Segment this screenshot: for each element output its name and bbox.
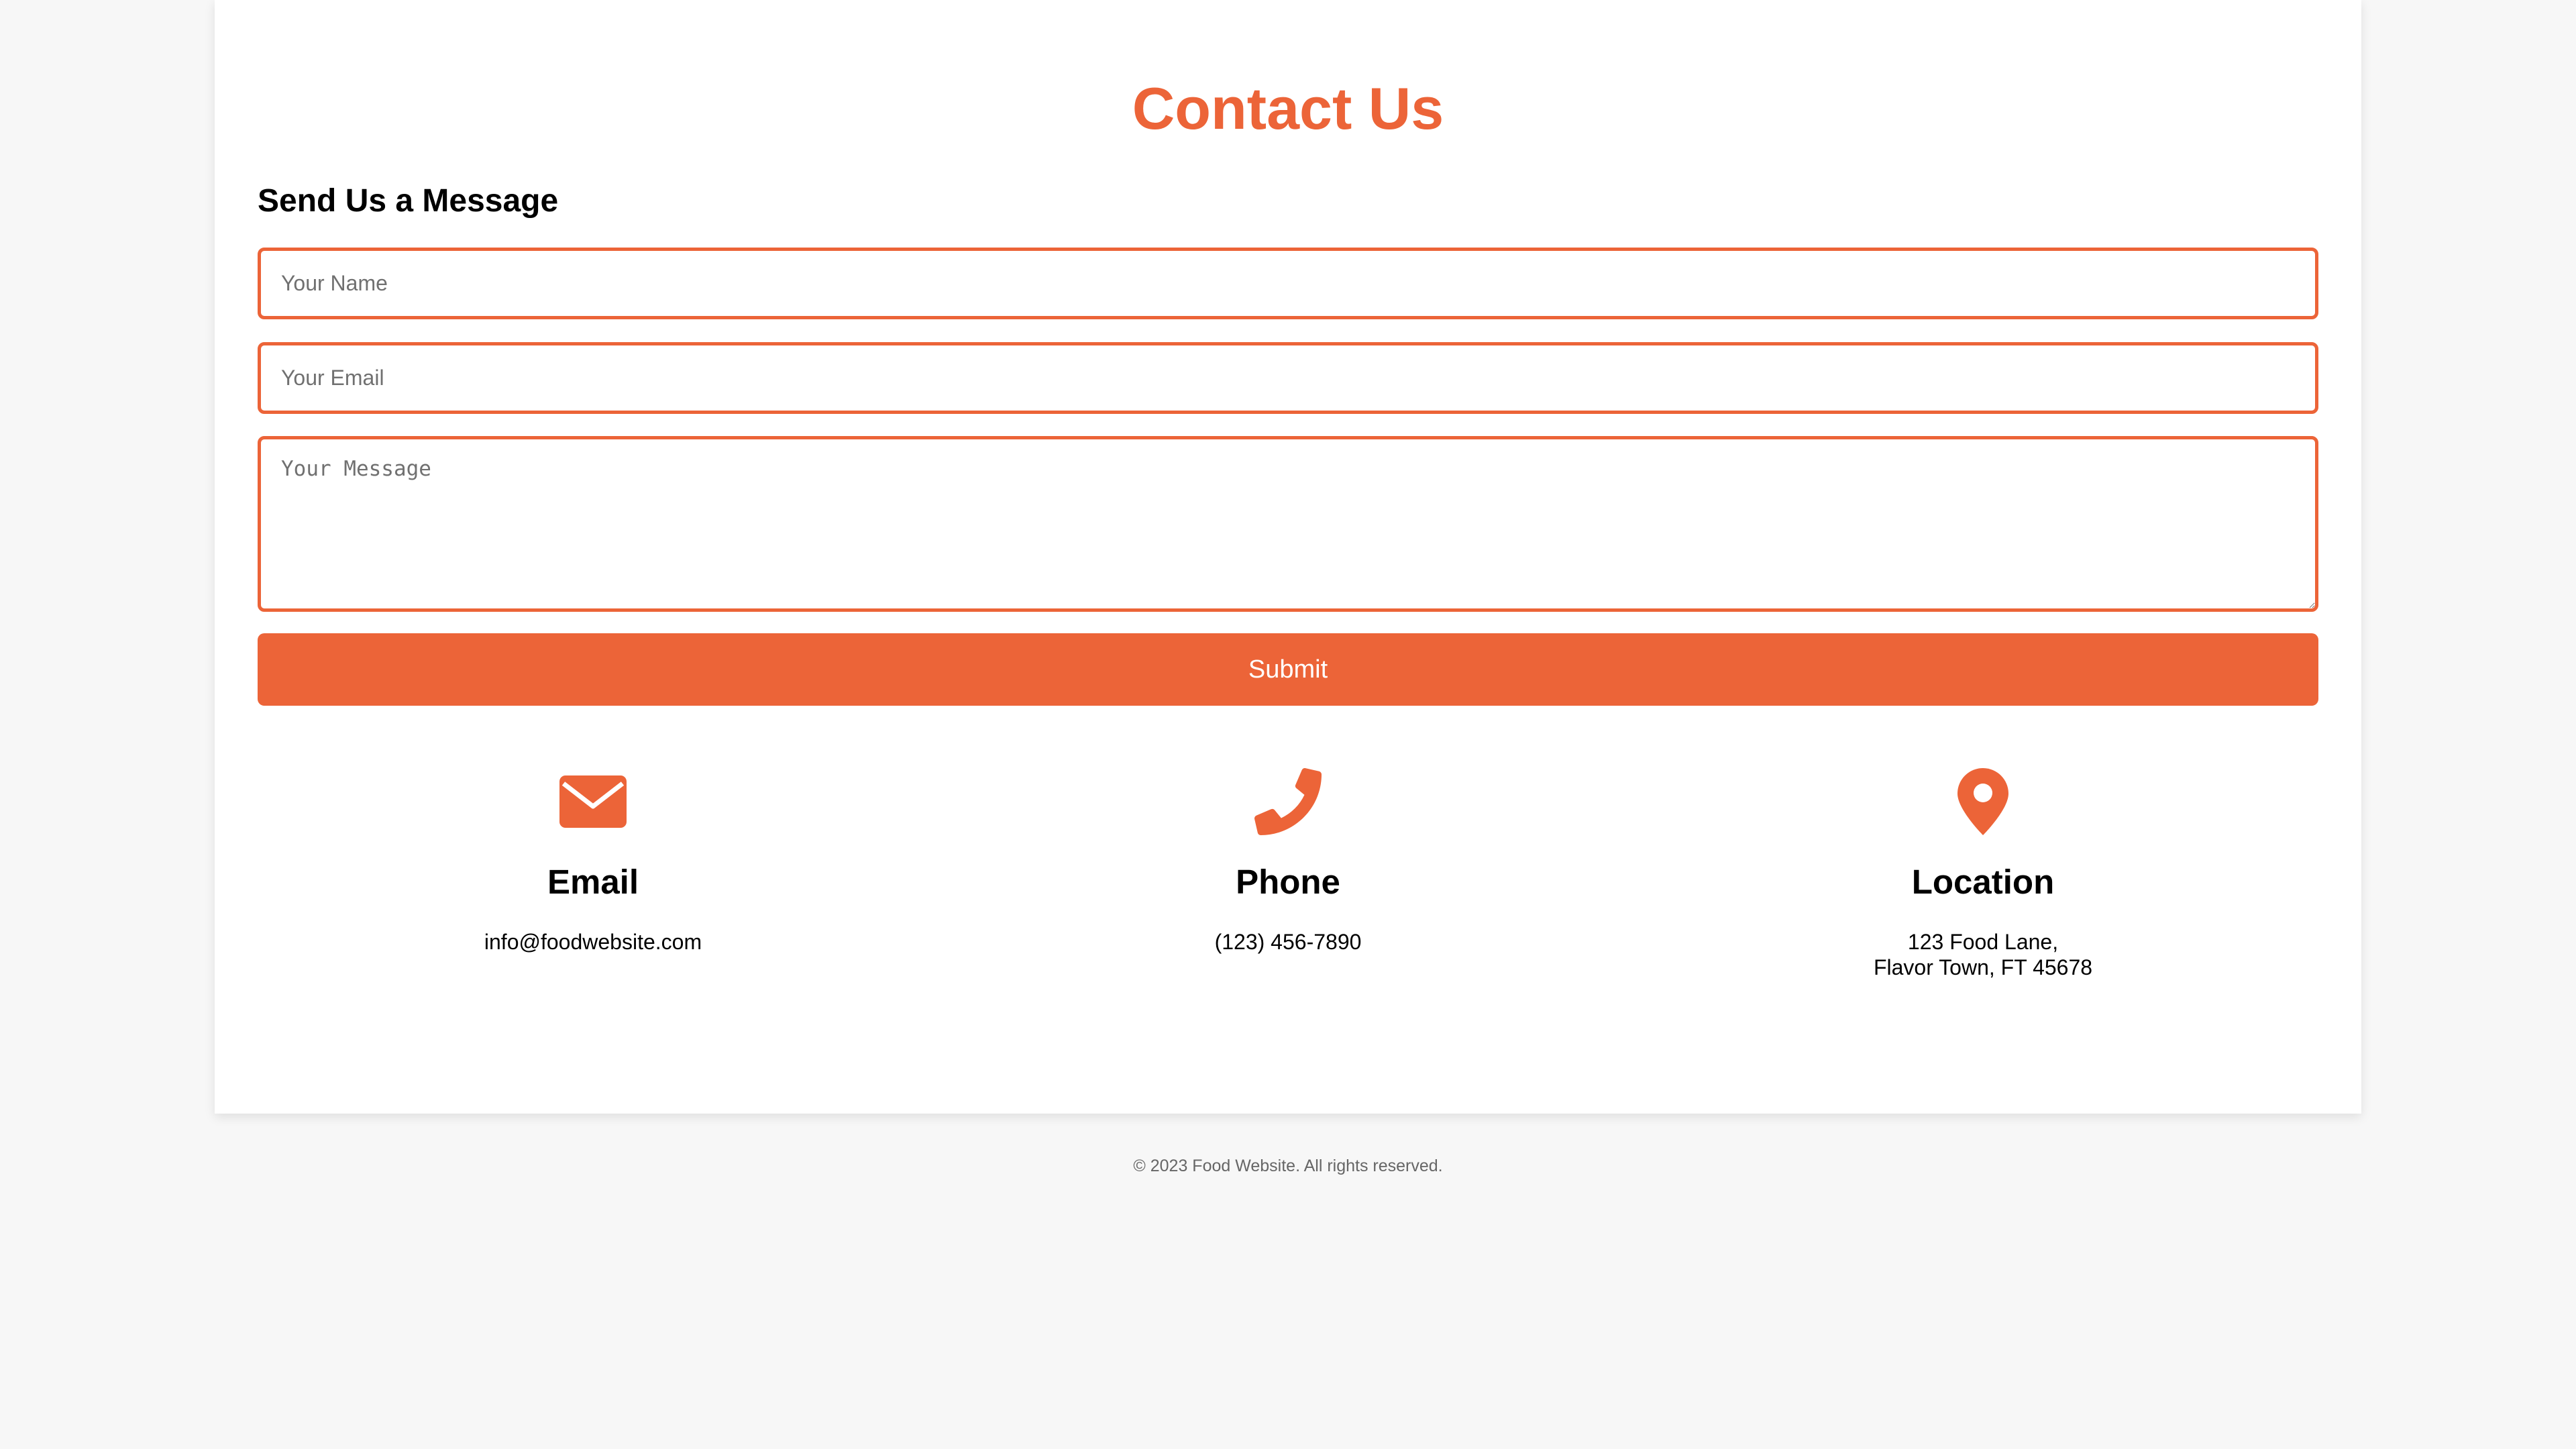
- location-title: Location: [1911, 863, 2055, 901]
- name-input[interactable]: [258, 248, 2318, 319]
- footer-copyright: © 2023 Food Website. All rights reserved…: [1133, 1157, 1443, 1175]
- page-title: Contact Us: [1132, 75, 1444, 142]
- contact-info-phone: Phone (123) 456-7890: [953, 765, 1623, 980]
- contact-info-email: Email info@foodwebsite.com: [258, 765, 928, 980]
- address-line-2: Flavor Town, FT 45678: [1873, 955, 2093, 979]
- form-heading: Send Us a Message: [258, 183, 559, 219]
- phone-icon: [953, 765, 1623, 839]
- map-pin-icon: [1648, 765, 2318, 839]
- address-line-1: 123 Food Lane,: [1907, 930, 2059, 954]
- email-input[interactable]: [258, 342, 2318, 414]
- envelope-icon: [258, 765, 928, 839]
- phone-number: (123) 456-7890: [1214, 930, 1362, 954]
- email-address: info@foodwebsite.com: [484, 930, 702, 954]
- contact-card: Contact Us Send Us a Message Submit Emai…: [215, 0, 2361, 1114]
- submit-button[interactable]: Submit: [258, 633, 2318, 706]
- message-textarea[interactable]: [258, 436, 2318, 612]
- contact-info-row: Email info@foodwebsite.com Phone (123) 4…: [258, 765, 2318, 980]
- location-address: 123 Food Lane, Flavor Town, FT 45678: [1648, 929, 2318, 980]
- email-title: Email: [547, 863, 639, 901]
- contact-info-location: Location 123 Food Lane, Flavor Town, FT …: [1648, 765, 2318, 980]
- phone-title: Phone: [1236, 863, 1340, 901]
